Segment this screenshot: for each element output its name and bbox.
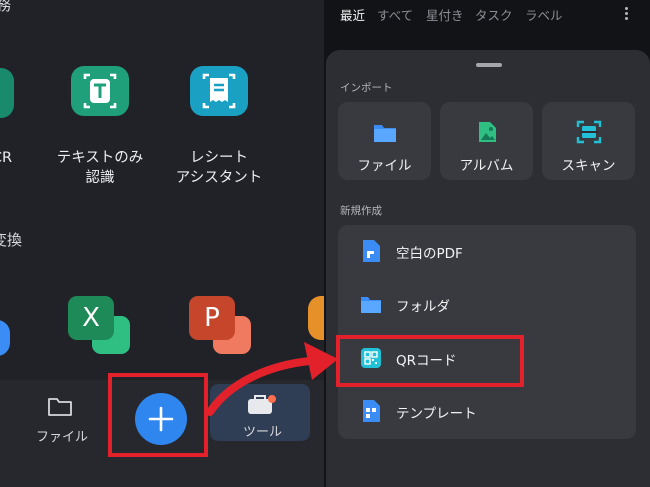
- tab-labels[interactable]: ラベル: [525, 5, 563, 24]
- nav-files-label[interactable]: ファイル: [36, 426, 88, 445]
- album-icon: [478, 122, 496, 142]
- tab-starred[interactable]: 星付き: [426, 5, 464, 24]
- template-label: テンプレート: [396, 406, 477, 422]
- nav-tools-label: ツール: [243, 425, 283, 440]
- folder-label: フォルダ: [396, 299, 450, 315]
- receipt-assistant-icon[interactable]: [190, 66, 248, 116]
- create-bottom-sheet: インポート ファイル アルバム スキャン 新規作成 空白のPDF フォルダ QR…: [326, 50, 650, 487]
- feature-label-text-only: テキストのみ 認識: [56, 150, 144, 186]
- section-title-convert-fragment: 変換: [0, 231, 23, 249]
- import-scan-button[interactable]: スキャン: [542, 102, 635, 180]
- tab-recent[interactable]: 最近: [340, 5, 365, 24]
- scan-icon: [576, 120, 601, 144]
- create-template[interactable]: テンプレート: [338, 385, 636, 438]
- template-icon: [363, 400, 380, 422]
- highlight-add-button: [108, 373, 208, 457]
- ocr-icon[interactable]: [0, 68, 14, 118]
- feature-label-receipt: レシート アシスタント: [175, 150, 263, 186]
- import-file-label: ファイル: [357, 158, 412, 174]
- blank-pdf-label: 空白のPDF: [396, 246, 463, 262]
- drag-handle[interactable]: [476, 63, 502, 67]
- folder-icon[interactable]: [47, 395, 73, 417]
- import-file-button[interactable]: ファイル: [338, 102, 431, 180]
- text-recognition-icon[interactable]: [71, 66, 129, 116]
- create-folder[interactable]: フォルダ: [338, 278, 636, 331]
- import-scan-label: スキャン: [561, 158, 616, 174]
- folder-icon: [373, 125, 396, 142]
- import-section-title: インポート: [340, 82, 393, 94]
- import-album-label: アルバム: [459, 158, 514, 174]
- create-blank-pdf[interactable]: 空白のPDF: [338, 225, 636, 278]
- tab-tasks[interactable]: タスク: [475, 5, 513, 24]
- highlight-qr-code: [336, 335, 524, 387]
- right-panel: 最近 すべて 星付き タスク ラベル インポート ファイル アルバム スキャン …: [324, 0, 650, 487]
- to-excel-icon[interactable]: X: [68, 296, 132, 356]
- create-section-title: 新規作成: [340, 205, 382, 217]
- folder-icon: [361, 297, 381, 313]
- section-title-fragment: 務: [0, 0, 12, 14]
- tab-all[interactable]: すべて: [377, 5, 413, 24]
- annotation-arrow: [206, 342, 338, 416]
- create-list: 空白のPDF フォルダ QRコード テンプレート: [338, 225, 636, 439]
- import-album-button[interactable]: アルバム: [440, 102, 533, 180]
- kebab-menu-icon[interactable]: [623, 7, 629, 21]
- word-icon[interactable]: [0, 320, 10, 356]
- blank-pdf-icon: [363, 240, 380, 262]
